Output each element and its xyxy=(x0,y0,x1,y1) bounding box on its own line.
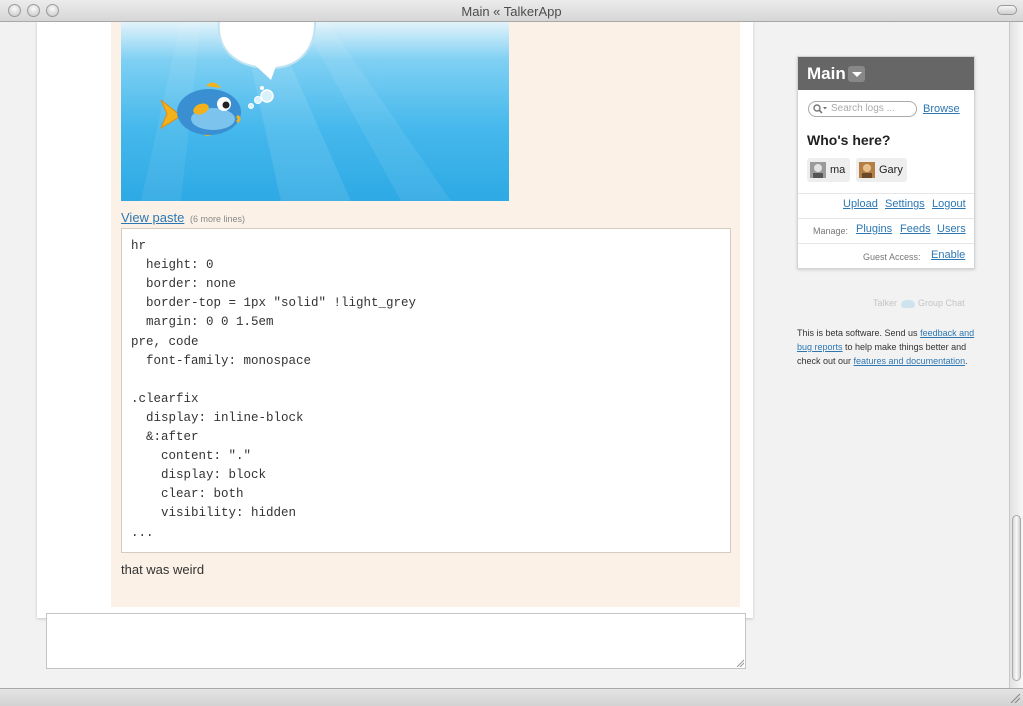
message-input[interactable] xyxy=(46,613,746,669)
search-placeholder: Search logs ... xyxy=(831,103,895,114)
code-line: border: none xyxy=(131,277,237,292)
code-line: display: block xyxy=(131,468,267,483)
divider xyxy=(798,243,974,244)
feeds-link[interactable]: Feeds xyxy=(900,223,931,235)
code-line: visibility: hidden xyxy=(131,506,297,521)
fish-illustration xyxy=(141,22,451,201)
whos-here-heading: Who's here? xyxy=(807,132,891,148)
code-line: pre, code xyxy=(131,334,199,349)
guest-access-label: Guest Access: xyxy=(863,252,921,262)
browse-link[interactable]: Browse xyxy=(923,103,960,115)
page-viewport: View paste (6 more lines) hr height: 0 b… xyxy=(0,22,1009,688)
code-line: content: "." xyxy=(131,449,252,464)
window-title: Main « TalkerApp xyxy=(461,4,562,19)
code-line: font-family: monospace xyxy=(131,353,312,368)
user-name: Gary xyxy=(879,164,903,176)
enable-guest-link[interactable]: Enable xyxy=(931,249,965,261)
logout-link[interactable]: Logout xyxy=(932,198,966,210)
user-chip[interactable]: ma xyxy=(807,158,850,182)
search-input[interactable]: Search logs ... xyxy=(808,101,917,117)
manage-label: Manage: xyxy=(813,226,849,236)
message-text: that was weird xyxy=(121,562,205,577)
talker-brand: Talker Group Chat xyxy=(873,298,965,308)
code-line: margin: 0 0 1.5em xyxy=(131,315,274,330)
upload-link[interactable]: Upload xyxy=(843,198,878,210)
room-panel: Main Search logs ... Browse Who's here? … xyxy=(797,56,975,269)
users-link[interactable]: Users xyxy=(937,223,966,235)
chevron-down-icon[interactable] xyxy=(848,66,865,82)
plugins-link[interactable]: Plugins xyxy=(856,223,892,235)
code-paste: hr height: 0 border: none border-top = 1… xyxy=(121,228,731,553)
window-title-bar: Main « TalkerApp xyxy=(0,0,1023,22)
room-header: Main xyxy=(798,57,974,90)
divider xyxy=(798,193,974,194)
toolbar-toggle-button[interactable] xyxy=(997,5,1017,15)
avatar xyxy=(859,162,875,178)
pasted-image xyxy=(121,22,509,201)
code-line: clear: both xyxy=(131,487,244,502)
code-line: ... xyxy=(131,525,154,540)
paste-meta: (6 more lines) xyxy=(189,214,245,224)
scrollbar-thumb[interactable] xyxy=(1012,515,1021,681)
divider xyxy=(798,218,974,219)
settings-link[interactable]: Settings xyxy=(885,198,925,210)
code-line: border-top = 1px "solid" !light_grey xyxy=(131,296,417,311)
chat-log: View paste (6 more lines) hr height: 0 b… xyxy=(37,22,753,618)
features-docs-link[interactable]: features and documentation xyxy=(854,356,966,366)
vertical-scrollbar[interactable] xyxy=(1009,22,1023,688)
code-line: &:after xyxy=(131,430,199,444)
resize-grip-icon[interactable] xyxy=(1010,693,1020,703)
resize-grip-icon[interactable] xyxy=(736,659,744,667)
code-line: .clearfix xyxy=(131,391,199,406)
search-icon xyxy=(813,104,827,114)
code-line: hr xyxy=(131,239,147,253)
user-name: ma xyxy=(830,164,846,176)
view-paste-link[interactable]: View paste xyxy=(121,210,184,225)
brand-left: Talker xyxy=(873,298,898,308)
room-title: Main xyxy=(807,64,846,83)
beta-text-3: . xyxy=(965,356,968,366)
beta-text-1: This is beta software. Send us xyxy=(797,328,921,338)
code-line: height: 0 xyxy=(131,258,214,273)
brand-right: Group Chat xyxy=(918,298,965,308)
paste-link-row: View paste (6 more lines) xyxy=(121,210,245,225)
code-line: display: inline-block xyxy=(131,410,304,425)
beta-notice: This is beta software. Send us feedback … xyxy=(797,326,979,368)
user-chip[interactable]: Gary xyxy=(856,158,907,182)
avatar xyxy=(810,162,826,178)
talker-logo-icon xyxy=(900,299,915,308)
window-status-bar xyxy=(0,688,1023,706)
